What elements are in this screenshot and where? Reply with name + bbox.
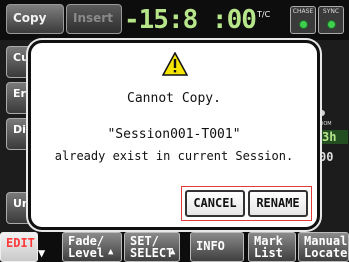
insert-button[interactable]: Insert [66, 4, 122, 34]
error-dialog: Cannot Copy. "Session001-T001" already e… [28, 40, 320, 230]
edit-key[interactable]: EDIT [0, 232, 38, 262]
chase-led-icon [298, 20, 308, 29]
mark-label-2: List [254, 246, 283, 260]
chase-label: CHASE [292, 8, 314, 15]
set-arrow-icon: ▲ [170, 247, 176, 257]
dialog-title: Cannot Copy. [127, 91, 221, 106]
recorder-screen: Copy Insert -15:8 :00 T/C CHASE SYNC Cu … [0, 0, 349, 262]
manual-locate-key[interactable]: Manual Locate [298, 232, 349, 262]
chase-indicator: CHASE [290, 6, 316, 34]
dialog-filename: "Session001-T001" [107, 127, 241, 142]
manual-label-2: Locate [304, 246, 348, 260]
mark-list-key[interactable]: Mark List [248, 232, 296, 262]
sync-led-icon [326, 20, 336, 29]
dialog-button-group: CANCEL RENAME [181, 186, 312, 221]
edit-arrow-icon: ▼ [38, 246, 46, 260]
set-label-2: SELECT [130, 246, 174, 260]
time-counter: -15:8 :00 [124, 5, 257, 35]
fade-label-2: Level [68, 246, 105, 260]
sync-indicator: SYNC [318, 6, 344, 34]
rename-button[interactable]: RENAME [248, 190, 308, 217]
dialog-message: already exist in current Session. [54, 149, 294, 163]
fade-arrow-icon: ▲ [108, 247, 114, 257]
info-key[interactable]: INFO [190, 232, 244, 262]
right-value: 00 [319, 150, 334, 164]
cancel-button[interactable]: CANCEL [185, 190, 245, 217]
warning-triangle-icon [162, 52, 188, 76]
sync-label: SYNC [322, 8, 340, 15]
copy-button[interactable]: Copy [6, 4, 64, 34]
tc-label: T/C [257, 10, 271, 19]
zoom-value: 3h [316, 130, 348, 144]
